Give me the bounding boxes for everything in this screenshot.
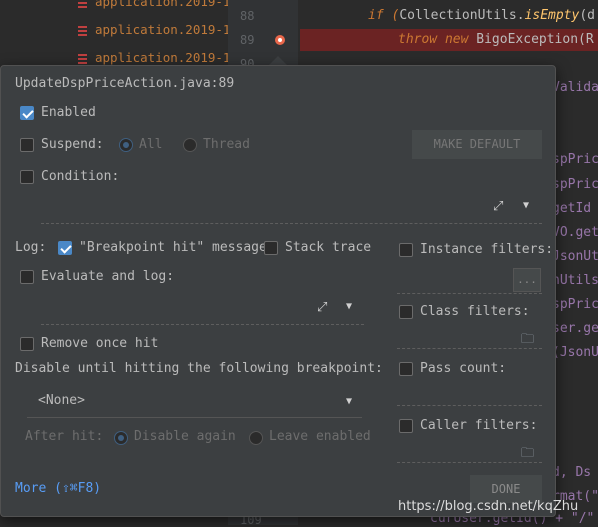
log-file-icon — [78, 25, 87, 36]
breakpoint-hit-checkbox[interactable] — [58, 241, 72, 255]
evaluate-label[interactable]: Evaluate and log: — [41, 269, 174, 284]
folder-icon[interactable]: 🗀 — [521, 444, 534, 466]
condition-label[interactable]: Condition: — [41, 169, 119, 184]
suspend-all-label: All — [139, 137, 163, 152]
code-line-88: if (CollectionUtils.isEmpty(d — [368, 8, 595, 23]
dropdown-arrow-icon[interactable]: ▼ — [346, 301, 352, 312]
code-token: VO.get — [552, 225, 598, 240]
code-line-89: throw new BigoException(R — [398, 32, 594, 47]
project-file-item[interactable]: application.2019-12 — [78, 22, 238, 37]
code-token: ser.ge — [552, 321, 598, 336]
disable-again-label: Disable again — [134, 429, 236, 444]
log-file-icon — [78, 0, 87, 8]
class-filters-label[interactable]: Class filters: — [420, 304, 530, 319]
log-label: Log: — [15, 240, 47, 255]
code-token: d, Ds — [552, 465, 592, 480]
caller-filters-checkbox[interactable] — [399, 419, 413, 433]
after-hit-label: After hit: — [25, 429, 104, 444]
line-number: 88 — [240, 9, 255, 23]
enabled-label[interactable]: Enabled — [41, 105, 96, 120]
instance-filters-checkbox[interactable] — [399, 243, 413, 257]
remove-once-hit-label[interactable]: Remove once hit — [41, 336, 158, 351]
disable-again-radio[interactable] — [114, 431, 128, 445]
code-token: JsonUt — [552, 249, 598, 264]
pass-count-label[interactable]: Pass count: — [420, 361, 506, 376]
class-filters-checkbox[interactable] — [399, 305, 413, 319]
caller-filters-label[interactable]: Caller filters: — [420, 418, 537, 433]
instance-filters-button[interactable]: ... — [513, 268, 541, 292]
more-link[interactable]: More (⇧⌘F8) — [15, 481, 101, 496]
leave-enabled-radio[interactable] — [249, 431, 263, 445]
watermark: https://blog.csdn.net/kqZhu — [398, 499, 579, 514]
code-token: spPric — [552, 297, 598, 312]
leave-enabled-label: Leave enabled — [269, 429, 371, 444]
suspend-checkbox[interactable] — [20, 138, 34, 152]
enabled-checkbox[interactable] — [20, 106, 34, 120]
suspend-thread-radio[interactable] — [183, 138, 197, 152]
pass-count-checkbox[interactable] — [399, 362, 413, 376]
popup-arrow — [269, 56, 287, 65]
code-token: nUtils — [552, 273, 598, 288]
suspend-thread-label: Thread — [203, 137, 250, 152]
stack-trace-label[interactable]: Stack trace — [285, 240, 371, 255]
code-token: (JsonU — [552, 345, 598, 360]
instance-filters-label[interactable]: Instance filters: — [420, 242, 553, 257]
remove-once-hit-checkbox[interactable] — [20, 337, 34, 351]
dropdown-arrow-icon[interactable]: ▼ — [346, 396, 352, 407]
log-file-icon — [78, 53, 87, 64]
expand-icon[interactable]: ⤢ — [493, 199, 503, 214]
breakpoint-hit-label[interactable]: "Breakpoint hit" message — [79, 240, 267, 255]
stack-trace-checkbox[interactable] — [264, 241, 278, 255]
expand-icon[interactable]: ⤢ — [317, 300, 327, 315]
evaluate-field[interactable] — [41, 293, 364, 325]
code-token: spPric — [552, 152, 598, 167]
project-file-item[interactable]: application.2019-12 — [78, 50, 238, 65]
make-default-button[interactable]: MAKE DEFAULT — [412, 130, 542, 159]
condition-checkbox[interactable] — [20, 170, 34, 184]
breakpoint-title: UpdateDspPriceAction.java:89 — [15, 76, 235, 91]
folder-icon[interactable]: 🗀 — [521, 330, 534, 352]
code-token: spPric — [552, 177, 598, 192]
suspend-label[interactable]: Suspend: — [41, 137, 104, 152]
suspend-all-radio[interactable] — [119, 138, 133, 152]
code-token: getId — [552, 201, 592, 216]
pass-count-field[interactable] — [397, 382, 542, 406]
dropdown-arrow-icon[interactable]: ▼ — [523, 200, 529, 211]
line-number: 89 — [240, 33, 255, 47]
project-file-item[interactable]: application.2019-11 — [78, 0, 238, 9]
breakpoint-icon[interactable] — [275, 35, 285, 45]
evaluate-checkbox[interactable] — [20, 270, 34, 284]
condition-field[interactable] — [41, 192, 542, 224]
breakpoint-select-value: <None> — [38, 393, 85, 408]
disable-until-label: Disable until hitting the following brea… — [15, 361, 383, 376]
code-token: Valida — [552, 80, 598, 95]
